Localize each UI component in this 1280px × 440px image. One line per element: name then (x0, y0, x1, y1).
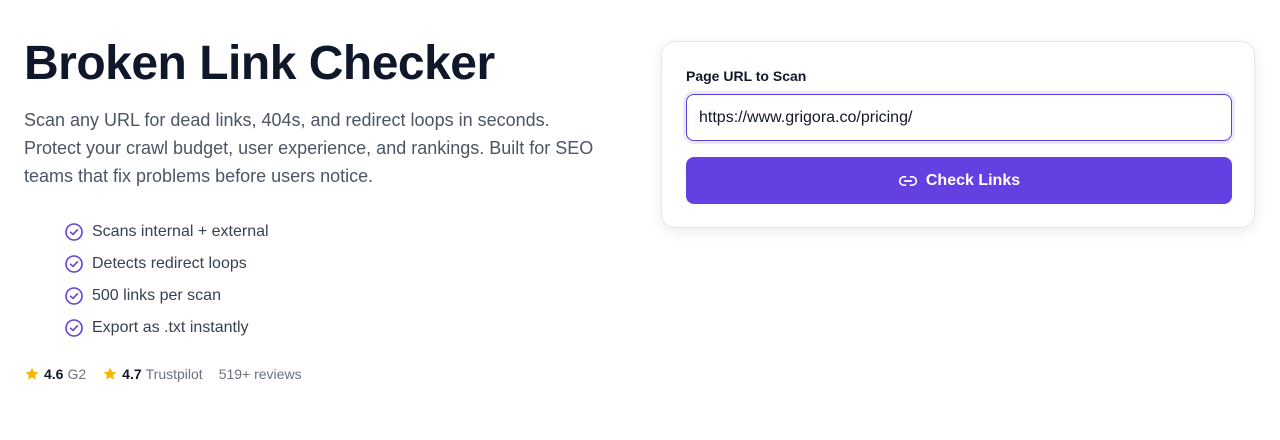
rating-trustpilot: 4.7 Trustpilot (102, 366, 203, 382)
feature-label: Export as .txt instantly (92, 319, 249, 336)
url-input[interactable] (686, 94, 1232, 141)
check-circle-icon (64, 254, 84, 274)
check-circle-icon (64, 286, 84, 306)
check-circle-icon (64, 318, 84, 338)
ratings-row: 4.6 G2 4.7 Trustpilot 519+ reviews (24, 366, 624, 382)
feature-list: Scans internal + external Detects redire… (64, 216, 624, 344)
star-icon (102, 366, 118, 382)
check-links-label: Check Links (925, 171, 1021, 189)
feature-label: Scans internal + external (92, 223, 269, 240)
check-links-button[interactable]: Check Links (686, 157, 1232, 204)
link-icon (898, 171, 918, 191)
rating-source: G2 (67, 366, 87, 382)
check-circle-icon (64, 222, 84, 242)
feature-label: 500 links per scan (92, 287, 221, 304)
rating-g2: 4.6 G2 (24, 366, 86, 382)
review-count: 519+ reviews (218, 366, 302, 382)
hero-description: Scan any URL for dead links, 404s, and r… (24, 110, 594, 186)
feature-item: Detects redirect loops (64, 248, 624, 280)
page-title: Broken Link Checker (24, 37, 495, 90)
rating-score: 4.7 (122, 366, 142, 382)
page: Broken Link Checker Scan any URL for dea… (0, 0, 1280, 440)
feature-item: Export as .txt instantly (64, 312, 624, 344)
feature-item: 500 links per scan (64, 280, 624, 312)
rating-score: 4.6 (44, 366, 64, 382)
feature-item: Scans internal + external (64, 216, 624, 248)
feature-label: Detects redirect loops (92, 255, 247, 272)
star-icon (24, 366, 40, 382)
url-field-label: Page URL to Scan (686, 68, 807, 84)
rating-source: Trustpilot (145, 366, 203, 382)
scan-form-card: Page URL to Scan Check Links (661, 41, 1255, 228)
hero-section: Broken Link Checker Scan any URL for dea… (24, 36, 624, 382)
